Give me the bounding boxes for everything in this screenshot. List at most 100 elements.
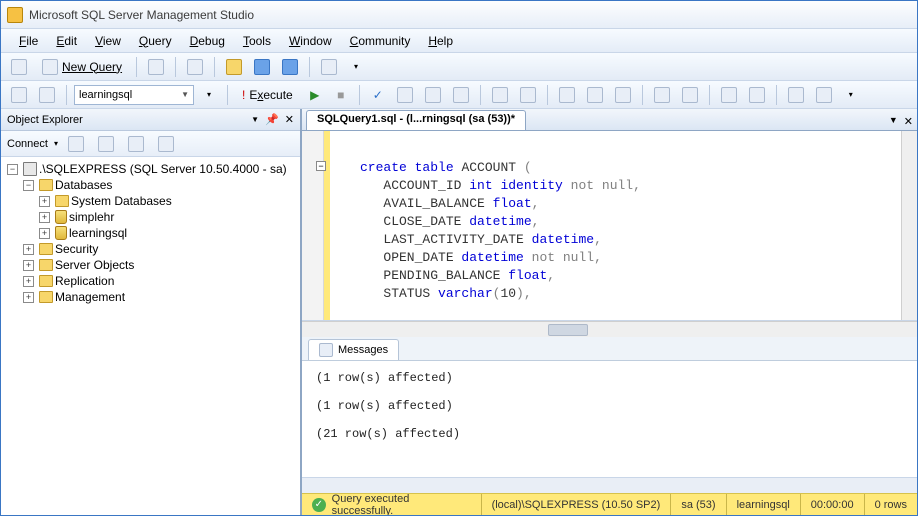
oe-icon-1[interactable]	[64, 133, 88, 155]
horizontal-scrollbar[interactable]	[302, 321, 917, 337]
menu-community[interactable]: Community	[342, 31, 419, 51]
collapse-icon[interactable]: −	[23, 180, 34, 191]
dropdown-icon[interactable]: ▼	[251, 115, 259, 124]
tree-system-databases[interactable]: + System Databases	[39, 193, 298, 209]
messages-tab[interactable]: Messages	[308, 339, 399, 360]
editor-pane: SQLQuery1.sql - (l...rningsql (sa (53))*…	[301, 109, 917, 515]
toolbar-q-icon-6[interactable]	[555, 84, 579, 106]
execute-label: Execute	[249, 88, 292, 102]
messages-pane: Messages (1 row(s) affected) (1 row(s) a…	[302, 337, 917, 493]
database-selector[interactable]: learningsql ▼	[74, 85, 194, 105]
tree-replication[interactable]: + Replication	[23, 273, 298, 289]
menu-query[interactable]: Query	[131, 31, 180, 51]
debug-play-icon[interactable]: ▶	[304, 84, 326, 106]
editor-tab[interactable]: SQLQuery1.sql - (l...rningsql (sa (53))*	[306, 110, 526, 130]
new-query-button[interactable]: New Query	[35, 56, 129, 78]
execute-button[interactable]: ! Execute	[235, 84, 300, 106]
menu-tools[interactable]: Tools	[235, 31, 279, 51]
expand-icon[interactable]: +	[23, 292, 34, 303]
vertical-scrollbar[interactable]	[901, 131, 917, 320]
menubar: File Edit View Query Debug Tools Window …	[1, 29, 917, 53]
connect-icon[interactable]	[7, 84, 31, 106]
expand-icon[interactable]: +	[39, 196, 50, 207]
close-icon[interactable]: ✕	[285, 113, 294, 126]
folder-icon	[39, 275, 53, 287]
toolbar-icon-1[interactable]	[144, 56, 168, 78]
tab-close-icon[interactable]: ✕	[904, 115, 913, 128]
status-user: sa (53)	[671, 494, 726, 515]
replication-label: Replication	[55, 274, 114, 288]
separator	[309, 57, 310, 77]
dropdown-icon[interactable]: ▾	[198, 84, 220, 106]
folder-icon	[55, 195, 69, 207]
stop-icon[interactable]: ■	[330, 84, 352, 106]
menu-window[interactable]: Window	[281, 31, 340, 51]
toolbar-icon-2[interactable]	[183, 56, 207, 78]
server-icon	[23, 162, 37, 176]
separator	[66, 85, 67, 105]
open-icon[interactable]	[222, 56, 246, 78]
parse-icon[interactable]: ✓	[367, 84, 389, 106]
messages-scroll-area[interactable]	[302, 477, 917, 493]
message-line: (1 row(s) affected)	[316, 399, 903, 413]
code-editor[interactable]: − create table ACCOUNT ( ACCOUNT_ID int …	[302, 131, 917, 321]
toolbar-q-icon-2[interactable]	[421, 84, 445, 106]
tab-dropdown-icon[interactable]: ▼	[889, 115, 898, 128]
code-text[interactable]: create table ACCOUNT ( ACCOUNT_ID int id…	[330, 131, 901, 320]
toolbar-q-icon-1[interactable]	[393, 84, 417, 106]
oe-icon-2[interactable]	[94, 133, 118, 155]
management-label: Management	[55, 290, 125, 304]
tree-server-objects[interactable]: + Server Objects	[23, 257, 298, 273]
tree-management[interactable]: + Management	[23, 289, 298, 305]
toolbar-icon-3[interactable]	[317, 56, 341, 78]
toolbar-q-icon-10[interactable]	[812, 84, 836, 106]
menu-file[interactable]: File	[11, 31, 46, 51]
toolbar-dropdown-icon-2[interactable]: ▾	[840, 84, 862, 106]
toolbar-q-icon-8[interactable]	[611, 84, 635, 106]
comment-icon[interactable]	[717, 84, 741, 106]
fold-icon[interactable]: −	[316, 161, 326, 171]
scrollbar-thumb[interactable]	[548, 324, 588, 336]
tree-databases-node[interactable]: − Databases	[23, 177, 298, 193]
uncomment-icon[interactable]	[745, 84, 769, 106]
collapse-icon[interactable]: −	[7, 164, 18, 175]
menu-view[interactable]: View	[87, 31, 129, 51]
editor-tab-title: SQLQuery1.sql - (l...rningsql (sa (53))*	[317, 113, 515, 125]
messages-body[interactable]: (1 row(s) affected) (1 row(s) affected) …	[302, 361, 917, 477]
outdent-icon[interactable]	[678, 84, 702, 106]
save-icon[interactable]	[250, 56, 274, 78]
toolbar-q-icon-9[interactable]	[784, 84, 808, 106]
new-project-icon[interactable]	[7, 56, 31, 78]
chevron-down-icon: ▼	[181, 90, 189, 99]
save-all-icon[interactable]	[278, 56, 302, 78]
expand-icon[interactable]: +	[23, 276, 34, 287]
oe-icon-3[interactable]	[154, 133, 178, 155]
chevron-down-icon[interactable]: ▾	[54, 139, 58, 148]
toolbar-dropdown-icon[interactable]: ▾	[345, 56, 367, 78]
tree-db-simplehr[interactable]: + simplehr	[39, 209, 298, 225]
expand-icon[interactable]: +	[39, 212, 50, 223]
toolbar-q-icon-5[interactable]	[516, 84, 540, 106]
titlebar: Microsoft SQL Server Management Studio	[1, 1, 917, 29]
expand-icon[interactable]: +	[23, 260, 34, 271]
menu-debug[interactable]: Debug	[182, 31, 233, 51]
oe-filter-icon[interactable]	[124, 133, 148, 155]
toolbar-q-icon-7[interactable]	[583, 84, 607, 106]
indent-icon[interactable]	[650, 84, 674, 106]
success-icon: ✓	[312, 498, 326, 512]
tree-db-learningsql[interactable]: + learningsql	[39, 225, 298, 241]
toolbar-q-icon-3[interactable]	[449, 84, 473, 106]
pin-icon[interactable]: 📌	[265, 113, 279, 126]
change-connection-icon[interactable]	[35, 84, 59, 106]
separator	[709, 85, 710, 105]
expand-icon[interactable]: +	[39, 228, 50, 239]
tree-server-node[interactable]: − .\SQLEXPRESS (SQL Server 10.50.4000 - …	[7, 161, 298, 177]
messages-tabstrip: Messages	[302, 337, 917, 361]
toolbar-q-icon-4[interactable]	[488, 84, 512, 106]
tree-security[interactable]: + Security	[23, 241, 298, 257]
connect-label[interactable]: Connect	[7, 138, 48, 150]
object-explorer-tree[interactable]: − .\SQLEXPRESS (SQL Server 10.50.4000 - …	[1, 157, 300, 515]
expand-icon[interactable]: +	[23, 244, 34, 255]
menu-edit[interactable]: Edit	[48, 31, 85, 51]
menu-help[interactable]: Help	[420, 31, 461, 51]
